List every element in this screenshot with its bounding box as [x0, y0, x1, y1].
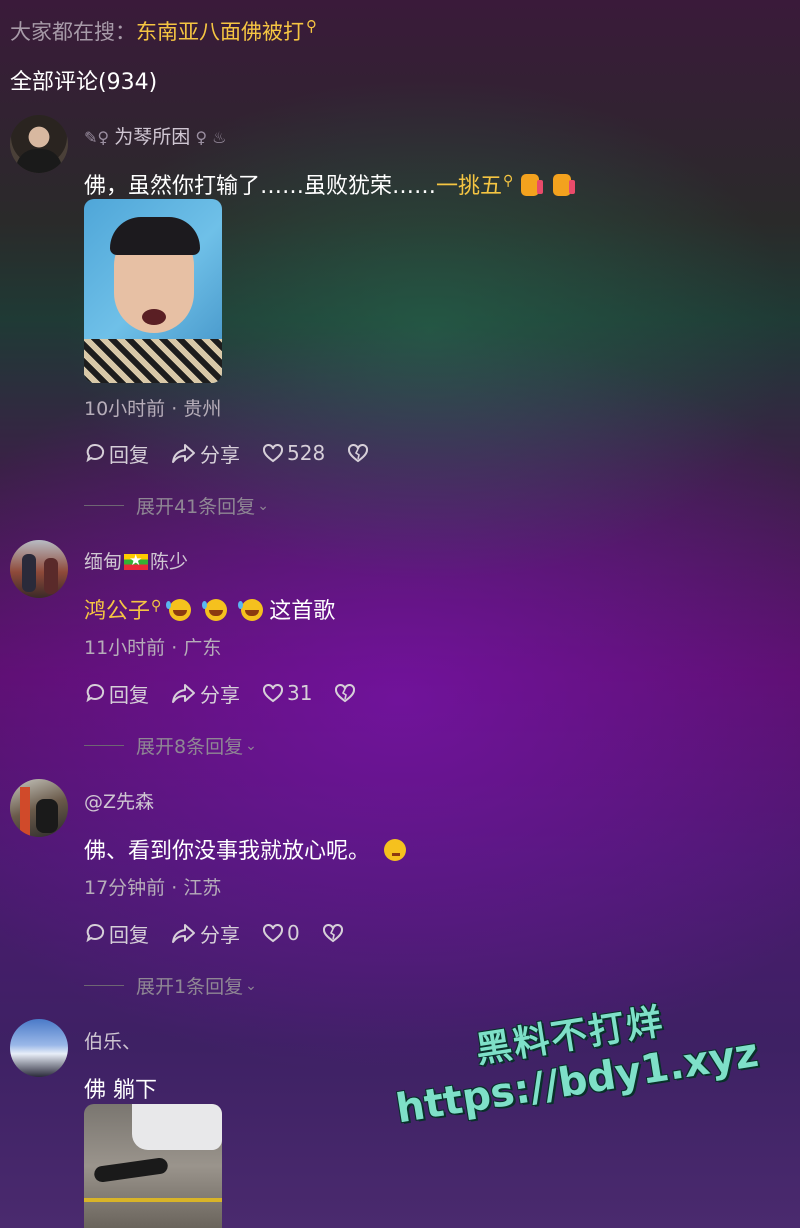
- share-button[interactable]: 分享: [171, 919, 240, 948]
- myanmar-flag-icon: [124, 551, 149, 570]
- shirt-shape: [84, 339, 222, 383]
- like-count: 528: [287, 441, 326, 465]
- avatar[interactable]: [10, 115, 68, 173]
- comments-title: 全部评论(934): [10, 70, 158, 95]
- comment-username[interactable]: 伯乐、: [84, 1027, 141, 1054]
- chevron-down-icon: ⌄: [257, 497, 269, 514]
- comment-time: 10小时前: [84, 398, 166, 420]
- reply-button[interactable]: 回复: [84, 919, 149, 948]
- divider-line: [84, 745, 124, 746]
- divider-line: [84, 505, 124, 506]
- comment-image[interactable]: [84, 1104, 222, 1228]
- hair-shape: [110, 217, 200, 255]
- thumbs-up-icon: [553, 174, 576, 196]
- like-count: 0: [287, 921, 300, 945]
- thumbs-up-icon: [521, 174, 544, 196]
- laughing-icon: [202, 599, 228, 621]
- comment-search-link[interactable]: 鸿公子: [84, 599, 150, 624]
- reply-icon: [86, 683, 105, 703]
- search-icon: ⚲: [306, 17, 317, 35]
- avatar[interactable]: [10, 540, 68, 598]
- comment-location: 广东: [183, 637, 222, 659]
- share-icon: [172, 924, 195, 943]
- share-button[interactable]: 分享: [171, 679, 240, 708]
- search-hint-keyword[interactable]: 东南亚八面佛被打: [136, 20, 304, 44]
- search-icon: ⚲: [151, 597, 162, 614]
- share-icon: [172, 684, 195, 703]
- comment-time: 11小时前: [84, 637, 166, 659]
- reply-button[interactable]: 回复: [84, 439, 149, 468]
- expand-replies[interactable]: 展开8条回复 ⌄: [84, 732, 257, 759]
- search-icon: ⚲: [503, 172, 514, 189]
- heart-icon: [263, 443, 283, 463]
- comment-meta: 11小时前 · 广东: [84, 637, 222, 659]
- heart-icon: [263, 923, 283, 943]
- dislike-button[interactable]: [347, 442, 372, 464]
- broken-heart-icon: [335, 683, 356, 703]
- thinking-icon: [384, 839, 407, 861]
- divider-line: [84, 985, 124, 986]
- mouth-shape: [142, 309, 166, 325]
- reply-icon: [86, 923, 105, 943]
- dislike-button[interactable]: [322, 922, 347, 944]
- comment-location: 贵州: [183, 398, 222, 420]
- like-button[interactable]: 0: [262, 921, 300, 945]
- comment-actions: 回复 分享 31: [84, 678, 381, 708]
- comment-username[interactable]: ✎♀ 为琴所困 ♀ ♨: [84, 122, 226, 149]
- search-hint-label: 大家都在搜：: [10, 20, 136, 44]
- comment-image[interactable]: [84, 199, 222, 383]
- comment-text: 佛、看到你没事我就放心呢。: [84, 833, 407, 865]
- chevron-down-icon: ⌄: [245, 977, 257, 994]
- expand-replies[interactable]: 展开1条回复 ⌄: [84, 972, 257, 999]
- person-shape: [93, 1156, 169, 1184]
- heart-icon: [263, 683, 283, 703]
- reply-button[interactable]: 回复: [84, 679, 149, 708]
- comment-username[interactable]: @Z先森: [84, 787, 154, 814]
- reply-icon: [86, 443, 105, 463]
- comment-meta: 10小时前 · 贵州: [84, 398, 222, 420]
- like-count: 31: [287, 681, 313, 705]
- laughing-icon: [238, 599, 264, 621]
- decoration-icon: ✎♀: [84, 128, 115, 147]
- laughing-icon: [166, 599, 192, 621]
- comment-actions: 回复 分享 0: [84, 918, 369, 948]
- like-button[interactable]: 31: [262, 681, 312, 705]
- comment-text: 佛 躺下: [84, 1078, 157, 1103]
- decoration-icon: ♀ ♨: [190, 128, 227, 147]
- avatar[interactable]: [10, 779, 68, 837]
- comment-search-link[interactable]: 一挑五: [436, 174, 502, 199]
- comment-actions: 回复 分享 528: [84, 438, 394, 468]
- search-suggestion[interactable]: 大家都在搜：东南亚八面佛被打 ⚲: [10, 16, 317, 46]
- line-shape: [84, 1198, 222, 1202]
- avatar[interactable]: [10, 1019, 68, 1077]
- comment-time: 17分钟前: [84, 877, 166, 899]
- comment-location: 江苏: [183, 877, 222, 899]
- dislike-button[interactable]: [334, 682, 359, 704]
- comment-text: 佛，虽然你打输了……虽败犹荣……一挑五⚲: [84, 168, 576, 200]
- comment-text: 鸿公子⚲ 这首歌: [84, 597, 336, 624]
- like-button[interactable]: 528: [262, 441, 325, 465]
- broken-heart-icon: [348, 443, 369, 463]
- comment-meta: 17分钟前 · 江苏: [84, 877, 222, 899]
- watermark: 黑料不打烊 https://bdy1.xyz: [358, 974, 788, 1136]
- share-button[interactable]: 分享: [171, 439, 240, 468]
- chevron-down-icon: ⌄: [245, 737, 257, 754]
- car-shape: [132, 1104, 222, 1150]
- share-icon: [172, 444, 195, 463]
- comment-username[interactable]: 缅甸陈少: [84, 547, 188, 574]
- broken-heart-icon: [322, 923, 343, 943]
- expand-replies[interactable]: 展开41条回复 ⌄: [84, 492, 269, 519]
